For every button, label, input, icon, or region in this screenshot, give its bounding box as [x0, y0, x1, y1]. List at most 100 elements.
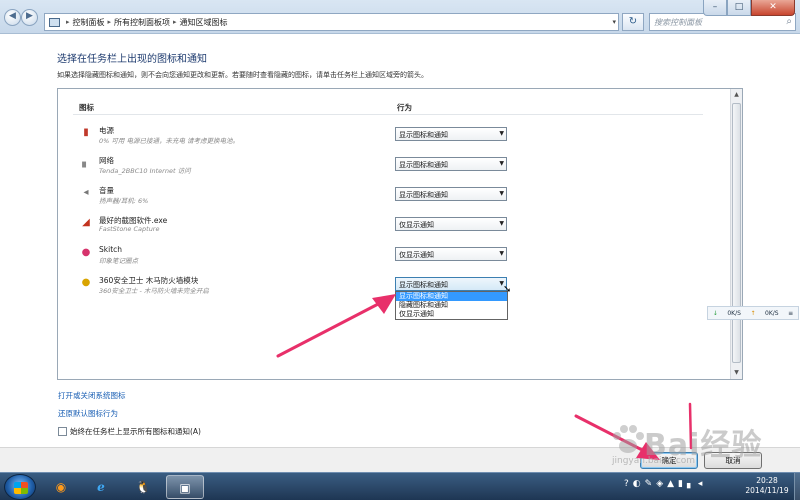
ie-icon: e: [97, 480, 105, 494]
tray-icon[interactable]: ◐: [633, 479, 641, 489]
mouse-cursor-icon: ➘: [503, 284, 512, 295]
behavior-select[interactable]: 仅显示通知 ▼: [395, 217, 507, 231]
control-panel-icon: ▣: [179, 481, 191, 495]
item-description: 印象笔记圈点: [99, 257, 138, 265]
taskbar-qq[interactable]: 🐧: [124, 475, 162, 499]
360-icon: ●: [81, 277, 91, 288]
back-button[interactable]: ◀: [4, 9, 21, 26]
item-description: FastStone Capture: [99, 225, 160, 233]
list-item: ● Skitch 印象笔记圈点 仅显示通知 ▼: [78, 245, 718, 269]
dropdown-option[interactable]: 仅显示通知: [396, 310, 507, 319]
taskbar-media-player[interactable]: ◉: [42, 475, 80, 499]
taskbar: ◉ e 🐧 ▣ ? ◐ ✎ ◈ ▲ ▮ ▖ ◂ 20:28 2014/11/19: [0, 472, 800, 500]
list-item: ◂ 音量 扬声器/耳机: 6% 显示图标和通知 ▼: [78, 185, 718, 209]
upload-arrow-icon: ↑: [750, 309, 756, 317]
list-item: ▖ 网络 Tenda_2BBC10 Internet 访问 显示图标和通知 ▼: [78, 155, 718, 179]
column-header-behavior: 行为: [397, 103, 412, 112]
address-dropdown-icon[interactable]: ▾: [612, 18, 616, 26]
taskbar-clock[interactable]: 20:28 2014/11/19: [742, 476, 792, 496]
search-icon[interactable]: ⌕: [786, 16, 792, 27]
always-show-checkbox[interactable]: [58, 427, 67, 436]
tray-icon[interactable]: ◈: [656, 479, 663, 489]
help-icon[interactable]: ?: [624, 479, 629, 489]
widget-menu-icon[interactable]: ≡: [788, 310, 793, 317]
windows-logo-icon: [14, 482, 28, 494]
download-speed: 0K/S: [727, 309, 741, 317]
behavior-dropdown-list: 显示图标和通知 隐藏图标和通知 仅显示通知: [395, 291, 508, 320]
vertical-scrollbar[interactable]: ▲ ▼: [730, 89, 742, 379]
dropdown-option[interactable]: 显示图标和通知: [396, 292, 507, 301]
select-value: 显示图标和通知: [399, 161, 448, 169]
system-tray: ? ◐ ✎ ◈ ▲ ▮ ▖ ◂: [624, 479, 702, 489]
always-show-checkbox-row[interactable]: 始终在任务栏上显示所有图标和通知(A): [58, 426, 201, 437]
breadcrumb-all-items[interactable]: 所有控制面板项: [114, 17, 170, 28]
close-button[interactable]: ✕: [751, 0, 795, 16]
upload-speed: 0K/S: [765, 309, 779, 317]
scroll-down-icon[interactable]: ▼: [731, 367, 742, 379]
volume-icon: ◂: [83, 187, 89, 198]
list-item: ◢ 最好的截图软件.exe FastStone Capture 仅显示通知 ▼: [78, 215, 718, 239]
tray-icon[interactable]: ▲: [667, 479, 674, 489]
chevron-down-icon: ▼: [499, 220, 504, 227]
behavior-select[interactable]: 仅显示通知 ▼: [395, 247, 507, 261]
start-button[interactable]: [4, 474, 36, 500]
chevron-down-icon: ▼: [499, 160, 504, 167]
chevron-down-icon: ▼: [499, 250, 504, 257]
select-value: 仅显示通知: [399, 251, 434, 259]
minimize-button[interactable]: –: [703, 0, 727, 16]
scroll-up-icon[interactable]: ▲: [731, 89, 742, 101]
qq-penguin-icon: 🐧: [135, 480, 151, 494]
restore-default-link[interactable]: 还原默认图标行为: [58, 408, 118, 419]
refresh-button[interactable]: ↻: [622, 13, 644, 31]
volume-tray-icon[interactable]: ◂: [698, 479, 703, 489]
forward-button[interactable]: ▶: [21, 9, 38, 26]
checkbox-label: 始终在任务栏上显示所有图标和通知(A): [70, 427, 201, 436]
item-name: Skitch: [99, 245, 123, 254]
breadcrumb-chevron-icon: ▸: [107, 18, 112, 26]
behavior-select[interactable]: 显示图标和通知 ▼: [395, 157, 507, 171]
chevron-down-icon: ▼: [499, 190, 504, 197]
item-description: 360安全卫士 - 木马防火墙未完全开启: [99, 287, 209, 295]
control-panel-icon: [49, 17, 60, 27]
dropdown-option[interactable]: 隐藏图标和通知: [396, 301, 507, 310]
battery-icon: ▮: [83, 127, 89, 138]
window-titlebar: ◀ ▶ ▸ 控制面板 ▸ 所有控制面板项 ▸ 通知区域图标 ▾ ↻ 搜索控制面板…: [0, 0, 800, 34]
refresh-icon: ↻: [628, 16, 638, 27]
breadcrumb-chevron-icon: ▸: [66, 18, 70, 26]
watermark-url: jingyan.baidu.com: [612, 456, 696, 466]
forward-arrow-icon: ▶: [26, 11, 33, 21]
net-speed-widget[interactable]: ↓ 0K/S ↑ 0K/S ≡: [707, 306, 799, 320]
taskbar-control-panel[interactable]: ▣: [166, 475, 204, 499]
behavior-select[interactable]: 显示图标和通知 ▼: [395, 187, 507, 201]
breadcrumb-control-panel[interactable]: 控制面板: [73, 17, 105, 28]
system-icons-link[interactable]: 打开或关闭系统图标: [58, 390, 126, 401]
faststone-icon: ◢: [82, 217, 90, 228]
behavior-select[interactable]: 显示图标和通知 ▼: [395, 127, 507, 141]
download-arrow-icon: ↓: [712, 309, 718, 317]
breadcrumb-chevron-icon: ▸: [173, 18, 177, 26]
list-item: ▮ 电源 0% 可用 电源已接通，未充电 请考虑更换电池。 显示图标和通知 ▼: [78, 125, 718, 149]
header-divider: [73, 114, 703, 115]
select-value: 仅显示通知: [399, 221, 434, 229]
maximize-button[interactable]: □: [727, 0, 751, 16]
taskbar-ie[interactable]: e: [82, 475, 120, 499]
item-description: 扬声器/耳机: 6%: [99, 197, 149, 205]
tray-icon[interactable]: ▮: [678, 479, 683, 489]
page-description: 如果选择隐藏图标和通知，则不会向您通知更改和更新。若要随时查看隐藏的图标，请单击…: [57, 71, 428, 79]
item-description: 0% 可用 电源已接通，未充电 请考虑更换电池。: [99, 137, 240, 145]
scroll-thumb[interactable]: [732, 103, 741, 363]
main-content: 选择在任务栏上出现的图标和通知 如果选择隐藏图标和通知，则不会向您通知更改和更新…: [0, 34, 800, 447]
search-placeholder: 搜索控制面板: [654, 18, 702, 27]
show-desktop-button[interactable]: [794, 473, 800, 500]
icons-list-panel: 图标 行为 ▮ 电源 0% 可用 电源已接通，未充电 请考虑更换电池。 显示图标…: [57, 88, 743, 380]
tray-icon[interactable]: ✎: [645, 479, 653, 489]
media-player-icon: ◉: [55, 480, 67, 494]
address-bar[interactable]: ▸ 控制面板 ▸ 所有控制面板项 ▸ 通知区域图标 ▾: [44, 13, 619, 31]
select-value: 显示图标和通知: [399, 131, 448, 139]
breadcrumb-notification-icons[interactable]: 通知区域图标: [180, 17, 228, 28]
skitch-icon: ●: [81, 247, 91, 258]
select-value: 显示图标和通知: [399, 191, 448, 199]
behavior-select-open[interactable]: 显示图标和通知 ▼: [395, 277, 507, 291]
network-icon: ▖: [82, 157, 90, 168]
network-tray-icon[interactable]: ▖: [687, 479, 694, 489]
